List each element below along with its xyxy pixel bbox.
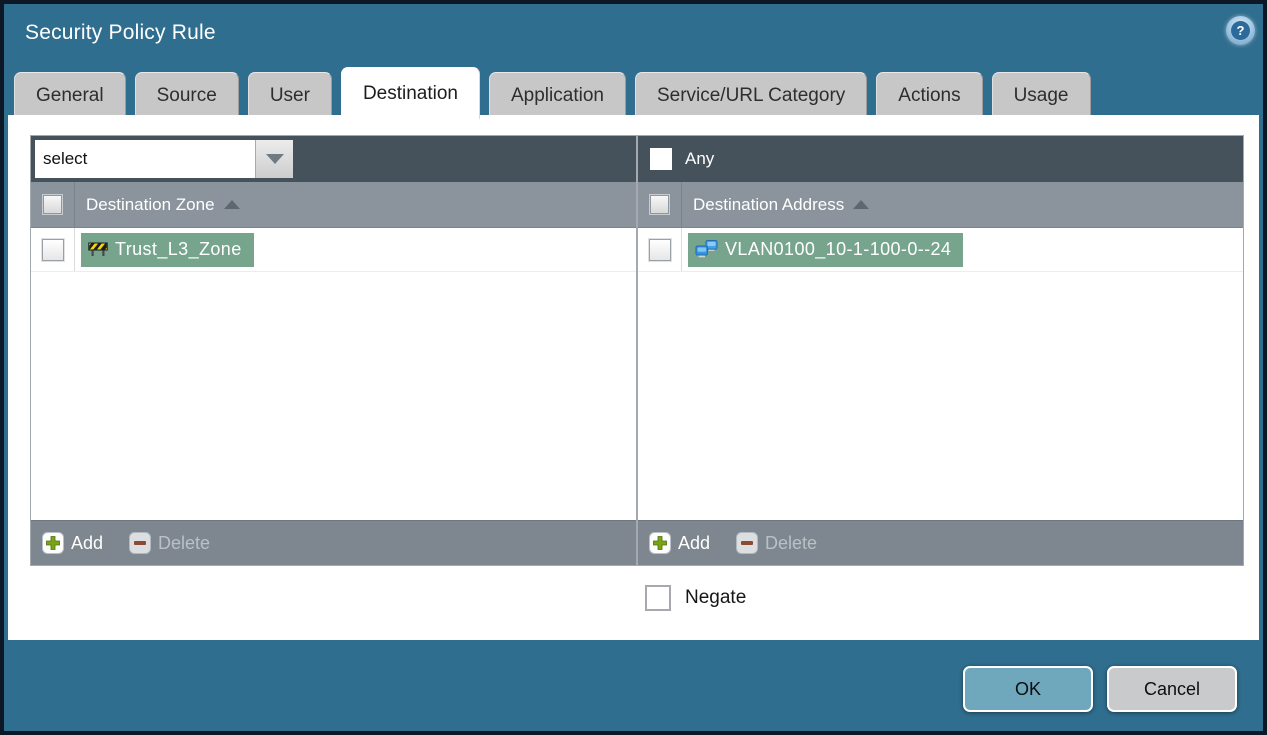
zone-row-check-cell [31,228,75,271]
destination-address-panel: Any Destination Address VLAN0100_10-1-10… [637,135,1244,566]
address-panel-footer: Add Delete [638,520,1243,565]
zone-item-label: Trust_L3_Zone [115,239,242,259]
address-rows-area: VLAN0100_10-1-100-0--24 [638,228,1243,520]
sort-ascending-icon [223,200,240,209]
any-label: Any [685,149,715,168]
zone-delete-label: Delete [158,532,211,553]
address-select-all-cell [638,182,682,227]
zone-filter-combobox [35,140,293,178]
address-table-header: Destination Address [638,182,1243,228]
address-item-label: VLAN0100_10-1-100-0--24 [725,239,952,259]
zone-filter-dropdown-button[interactable] [255,140,293,178]
help-icon[interactable]: ? [1226,16,1255,45]
zone-panel-footer: Add Delete [31,520,636,565]
add-plus-icon [649,532,671,554]
zone-column-label: Destination Zone [86,194,215,214]
table-row: VLAN0100_10-1-100-0--24 [638,228,1243,272]
zone-select-all-checkbox[interactable] [43,195,62,214]
address-row-checkbox[interactable] [648,238,671,261]
address-row-check-cell [638,228,682,271]
cancel-button[interactable]: Cancel [1107,666,1237,712]
address-delete-button[interactable]: Delete [736,532,817,554]
negate-checkbox[interactable] [645,585,671,611]
address-column-label: Destination Address [693,194,845,214]
tab-general[interactable]: General [14,72,126,119]
zone-panel-toolbar [31,136,636,182]
zone-rows-area: Trust_L3_Zone [31,228,636,520]
zone-delete-button[interactable]: Delete [129,532,210,554]
tab-service-url-category[interactable]: Service/URL Category [634,72,868,119]
zone-item-tag[interactable]: Trust_L3_Zone [81,232,254,267]
zone-column-header[interactable]: Destination Zone [86,195,240,215]
zone-select-all-cell [31,182,75,227]
chevron-down-icon [265,154,284,164]
help-question-glyph: ? [1231,21,1250,40]
destination-zone-panel: Destination Zone [30,135,637,566]
zone-barrier-icon [88,241,108,258]
address-add-label: Add [678,532,711,553]
any-checkbox[interactable] [650,148,672,170]
address-column-header[interactable]: Destination Address [693,194,870,215]
network-address-icon [695,239,718,260]
delete-minus-icon [129,532,152,554]
address-delete-label: Delete [765,532,818,553]
tab-usage[interactable]: Usage [991,72,1091,119]
zone-row-checkbox[interactable] [41,238,64,261]
dialog-title: Security Policy Rule [25,21,216,44]
negate-option: Negate [645,585,746,611]
zone-filter-input[interactable] [35,140,255,178]
address-item-tag[interactable]: VLAN0100_10-1-100-0--24 [688,232,964,267]
address-add-button[interactable]: Add [649,532,710,554]
tab-user[interactable]: User [247,72,332,119]
delete-minus-icon [736,532,759,554]
sort-ascending-icon [853,200,870,209]
destination-tab-content: Destination Zone [8,115,1259,640]
zone-add-label: Add [71,532,104,553]
tab-bar: General Source User Destination Applicat… [14,67,1091,119]
address-panel-toolbar: Any [638,136,1243,182]
negate-label: Negate [685,587,747,608]
security-policy-rule-dialog: Security Policy Rule ? General Source Us… [0,0,1267,735]
tab-destination[interactable]: Destination [340,67,480,119]
tab-application[interactable]: Application [489,72,626,119]
zone-add-button[interactable]: Add [42,532,103,554]
table-row: Trust_L3_Zone [31,228,636,272]
tab-actions[interactable]: Actions [876,72,983,119]
tab-source[interactable]: Source [134,72,239,119]
address-select-all-checkbox[interactable] [650,195,669,214]
zone-table-header: Destination Zone [31,182,636,228]
ok-button[interactable]: OK [963,666,1093,712]
title-bar: Security Policy Rule ? [4,4,1263,64]
add-plus-icon [42,532,64,554]
